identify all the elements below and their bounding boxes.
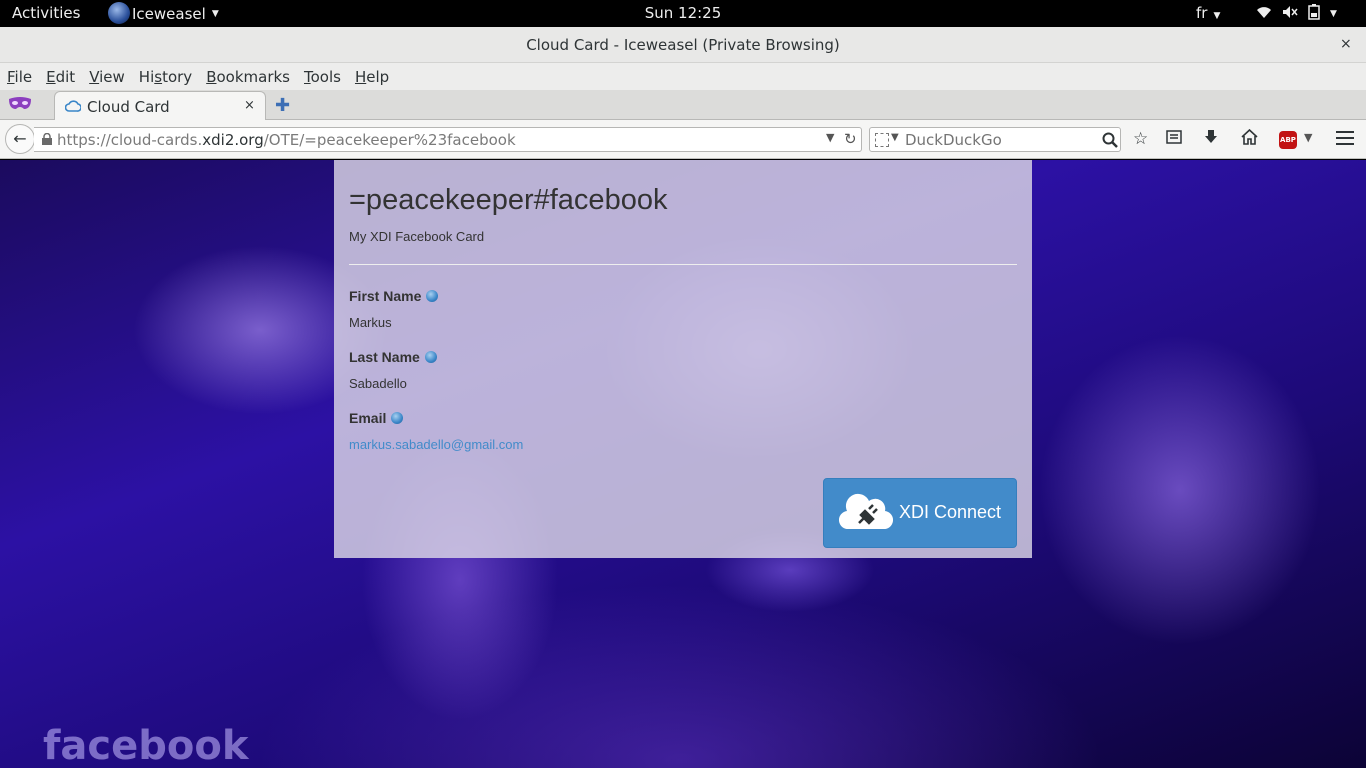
battery-icon xyxy=(1308,4,1320,24)
search-engine-icon[interactable] xyxy=(875,133,889,147)
first-name-value: Markus xyxy=(349,315,392,330)
caret-down-icon[interactable]: ▼ xyxy=(1304,131,1312,144)
menu-history[interactable]: History xyxy=(139,63,199,90)
wifi-icon xyxy=(1256,5,1272,23)
url-bar[interactable]: https://cloud-cards.xdi2.org/OTE/=peacek… xyxy=(34,127,862,152)
last-name-value: Sabadello xyxy=(349,376,407,391)
app-menu[interactable]: Iceweasel ▼ xyxy=(108,2,219,24)
caret-down-icon: ▼ xyxy=(1330,9,1337,19)
new-tab-button[interactable]: ✚ xyxy=(275,95,290,116)
caret-down-icon: ▼ xyxy=(891,132,899,143)
tab-label: Cloud Card xyxy=(87,98,170,116)
last-name-label: Last Name xyxy=(349,349,437,365)
menu-bookmarks[interactable]: Bookmarks xyxy=(206,63,297,90)
app-name: Iceweasel xyxy=(132,5,206,23)
card-subtitle: My XDI Facebook Card xyxy=(349,229,485,244)
globe-icon xyxy=(391,412,404,424)
activities-button[interactable]: Activities xyxy=(12,4,80,22)
hamburger-menu-icon[interactable] xyxy=(1336,131,1354,145)
cloud-favicon-icon xyxy=(64,99,82,113)
navigation-toolbar: ← https://cloud-cards.xdi2.org/OTE/=peac… xyxy=(0,120,1366,159)
globe-icon xyxy=(426,290,439,302)
search-icon[interactable] xyxy=(1101,131,1119,149)
page-viewport: facebook =peacekeeper#facebook My XDI Fa… xyxy=(0,160,1366,768)
menu-file[interactable]: File xyxy=(7,63,39,90)
xdi-connect-button[interactable]: XDI Connect xyxy=(823,478,1017,548)
lock-icon xyxy=(42,132,52,145)
card-title: =peacekeeper#facebook xyxy=(349,184,668,216)
language-label: fr xyxy=(1196,4,1208,22)
xdi-connect-label: XDI Connect xyxy=(899,502,1002,522)
menu-help[interactable]: Help xyxy=(355,63,396,90)
cloud-card-panel: =peacekeeper#facebook My XDI Facebook Ca… xyxy=(334,160,1032,558)
home-icon[interactable] xyxy=(1241,128,1258,150)
language-menu[interactable]: fr ▼ xyxy=(1196,4,1220,22)
back-button[interactable]: ← xyxy=(5,124,35,154)
menu-edit[interactable]: Edit xyxy=(46,63,82,90)
first-name-label: First Name xyxy=(349,288,439,304)
download-icon[interactable] xyxy=(1203,129,1219,150)
search-bar[interactable]: ▼ xyxy=(869,127,1121,152)
iceweasel-icon xyxy=(108,2,130,24)
private-browsing-mask-icon xyxy=(8,96,32,112)
url-text[interactable]: https://cloud-cards.xdi2.org/OTE/=peacek… xyxy=(57,131,516,149)
facebook-background-logo: facebook xyxy=(43,723,249,768)
arrow-left-icon: ← xyxy=(13,129,27,148)
tab-strip: Cloud Card × ✚ xyxy=(0,90,1366,121)
adblock-plus-icon[interactable]: ABP xyxy=(1279,131,1297,149)
divider xyxy=(349,264,1017,265)
tab-cloud-card[interactable]: Cloud Card × xyxy=(54,91,266,121)
bookmark-star-icon[interactable]: ☆ xyxy=(1133,129,1148,149)
window-titlebar[interactable]: Cloud Card - Iceweasel (Private Browsing… xyxy=(0,27,1366,63)
globe-icon xyxy=(424,351,437,363)
reload-icon[interactable]: ↻ xyxy=(844,130,857,148)
tab-close-button[interactable]: × xyxy=(244,98,255,113)
email-label: Email xyxy=(349,410,404,426)
window-close-button[interactable]: × xyxy=(1340,36,1352,52)
caret-down-icon: ▼ xyxy=(1213,11,1221,21)
system-top-bar: Activities Iceweasel ▼ Sun 12:25 fr ▼ ▼ xyxy=(0,0,1366,27)
email-link[interactable]: markus.sabadello@gmail.com xyxy=(349,437,523,452)
reading-list-icon[interactable] xyxy=(1166,129,1182,150)
url-history-dropdown-icon[interactable]: ▼ xyxy=(826,131,834,144)
menu-bar: File Edit View History Bookmarks Tools H… xyxy=(0,63,1366,90)
menu-view[interactable]: View xyxy=(89,63,132,90)
search-input[interactable] xyxy=(905,131,1095,149)
volume-muted-icon xyxy=(1282,5,1298,23)
window-title: Cloud Card - Iceweasel (Private Browsing… xyxy=(526,36,840,54)
menu-tools[interactable]: Tools xyxy=(304,63,348,90)
cloud-plug-icon xyxy=(838,491,894,531)
caret-down-icon: ▼ xyxy=(211,9,219,19)
system-tray[interactable]: ▼ xyxy=(1256,4,1337,24)
